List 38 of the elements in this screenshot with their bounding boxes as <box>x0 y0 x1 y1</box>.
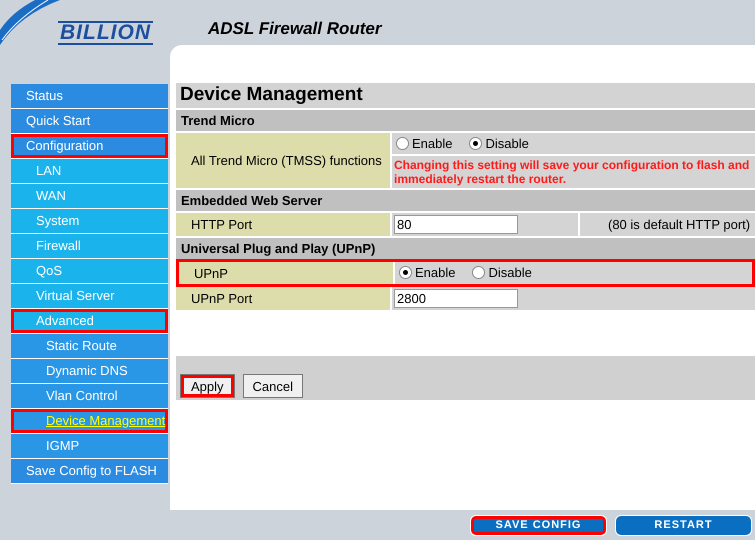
sidebar-item[interactable]: Virtual Server <box>11 284 168 309</box>
radio-button[interactable]: Enable <box>396 136 452 151</box>
section-header: Embedded Web Server <box>176 190 755 211</box>
page-title: Device Management <box>176 83 755 108</box>
warning-text: Changing this setting will save your configuration to flash and immediately restart the router. <box>392 154 755 188</box>
radio-button[interactable]: Disable <box>469 136 529 151</box>
section-header: Trend Micro <box>176 110 755 131</box>
sidebar-item[interactable]: Quick Start <box>11 109 168 134</box>
footer-button[interactable]: SAVE CONFIG <box>470 514 607 536</box>
sidebar-item[interactable]: WAN <box>11 184 168 209</box>
sidebar-item[interactable]: Firewall <box>11 234 168 259</box>
swoosh-drawing <box>0 0 60 45</box>
sidebar-item[interactable]: Vlan Control <box>11 384 168 409</box>
field-label: UPnP Port <box>176 287 390 310</box>
sidebar-item[interactable]: IGMP <box>11 434 168 459</box>
sidebar-item[interactable]: LAN <box>11 159 168 184</box>
field-label: HTTP Port <box>176 213 390 236</box>
product-title: ADSL Firewall Router <box>208 19 382 39</box>
hint-text: (80 is default HTTP port) <box>580 213 755 236</box>
action-button[interactable]: Apply <box>180 374 235 398</box>
sidebar-item[interactable]: Advanced <box>11 309 168 334</box>
footer-button[interactable]: RESTART <box>615 514 752 536</box>
sidebar-item[interactable]: Save Config to FLASH <box>11 459 168 484</box>
sidebar-item[interactable]: System <box>11 209 168 234</box>
sidebar-item[interactable]: Status <box>11 84 168 109</box>
radio-button[interactable]: Enable <box>399 265 456 280</box>
section-header: Universal Plug and Play (UPnP) <box>176 238 755 259</box>
sidebar-item[interactable]: QoS <box>11 259 168 284</box>
radio-button[interactable]: Disable <box>472 265 532 280</box>
sidebar-item[interactable]: Dynamic DNS <box>11 359 168 384</box>
field-label: UPnP <box>179 262 393 284</box>
sidebar-item[interactable]: Configuration <box>11 134 168 159</box>
field-label: All Trend Micro (TMSS) functions <box>176 133 390 188</box>
input-field[interactable]: 80 <box>394 215 518 234</box>
brand-logo: BILLION <box>58 21 153 45</box>
input-field[interactable]: 2800 <box>394 289 518 308</box>
action-button[interactable]: Cancel <box>242 374 303 398</box>
sidebar-item[interactable]: Static Route <box>11 334 168 359</box>
